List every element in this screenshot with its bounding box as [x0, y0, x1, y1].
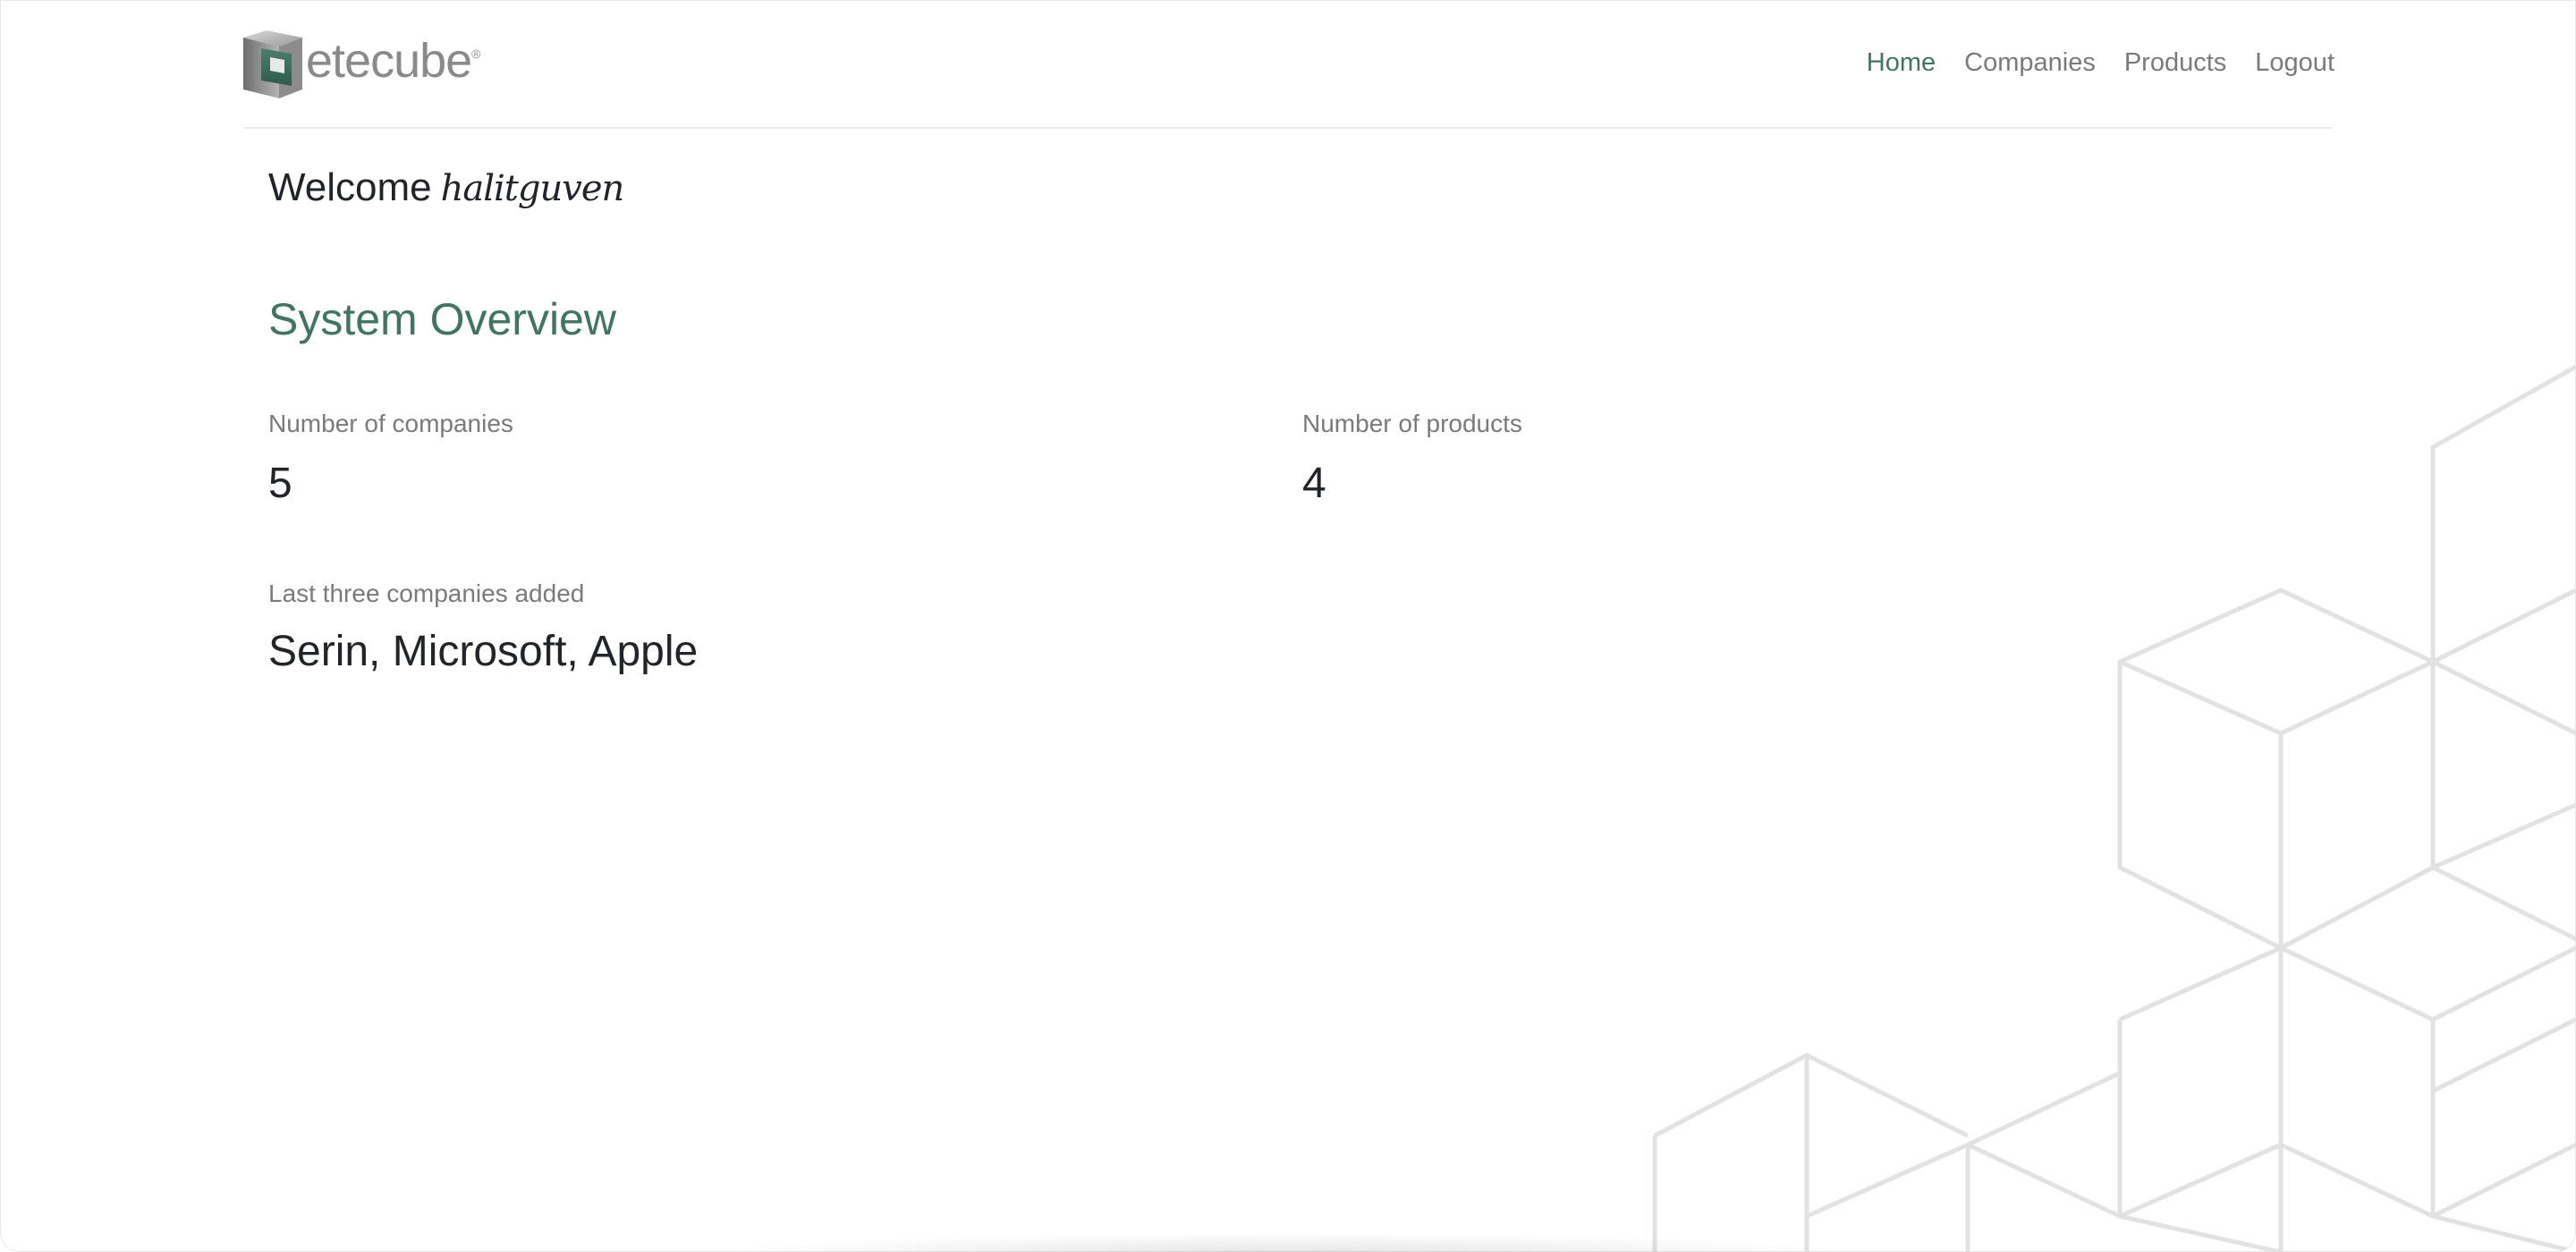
stat-companies-label: Number of companies	[268, 409, 513, 437]
registered-mark: ®	[471, 47, 481, 61]
brand-name: etecube	[306, 34, 472, 88]
cube-logo-icon	[243, 30, 302, 98]
brand-logo[interactable]: etecube ®	[240, 25, 481, 100]
nav-logout[interactable]: Logout	[2241, 43, 2334, 82]
stat-companies: Number of companies 5	[268, 409, 513, 510]
stat-products-label: Number of products	[1302, 409, 1522, 437]
welcome-prefix: Welcome	[268, 165, 432, 209]
stat-companies-value: 5	[268, 460, 292, 508]
stat-last-companies: Last three companies added Serin, Micros…	[268, 579, 2326, 678]
main-content: Welcome halitguven System Overview Numbe…	[268, 152, 2326, 678]
welcome-heading: Welcome halitguven	[268, 165, 2326, 212]
stat-products: Number of products 4	[1302, 409, 1522, 510]
app-window: etecube ® Home Companies Products Logout…	[0, 0, 2576, 1252]
nav-products[interactable]: Products	[2110, 43, 2241, 82]
window-bottom-shadow	[0, 1231, 2576, 1252]
stat-last-companies-label: Last three companies added	[268, 579, 585, 607]
section-title-overview: System Overview	[268, 293, 616, 344]
welcome-username: halitguven	[440, 168, 625, 209]
nav-companies[interactable]: Companies	[1950, 43, 2110, 82]
stats-row: Number of companies 5 Number of products…	[268, 409, 2326, 525]
stat-products-value: 4	[1302, 460, 1326, 508]
nav-home[interactable]: Home	[1852, 43, 1950, 82]
top-navbar: etecube ® Home Companies Products Logout	[240, 0, 2334, 129]
nav-links: Home Companies Products Logout	[1852, 43, 2334, 82]
stat-last-companies-value: Serin, Microsoft, Apple	[268, 628, 699, 676]
